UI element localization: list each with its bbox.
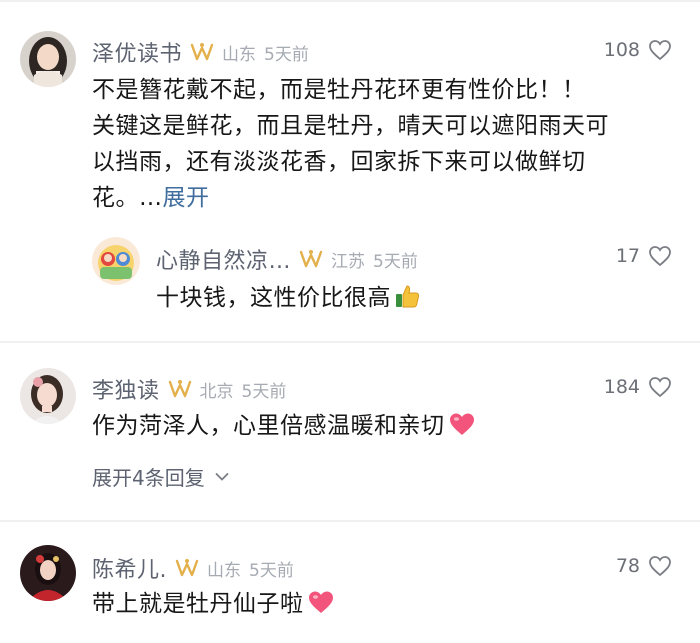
comment-text-content: 作为菏泽人，心里倍感温暖和亲切	[92, 413, 445, 439]
comment-text-content: 带上就是牡丹仙子啦	[92, 591, 304, 617]
like-button[interactable]: 17	[616, 245, 672, 267]
timestamp: 5天前	[264, 44, 309, 65]
comment-text[interactable]: 不是簪花戴不起，而是牡丹花环更有性价比！！ 关键这是鲜花，而且是牡丹，晴天可以遮…	[92, 72, 672, 216]
vip-badge-icon	[168, 379, 192, 399]
expand-replies-label: 展开4条回复	[92, 466, 205, 490]
heart-outline-icon	[648, 555, 672, 577]
reply-text[interactable]: 十块钱，这性价比很高	[156, 280, 420, 320]
comment-line: 关键这是鲜花，而且是牡丹，晴天可以遮阳雨天可	[92, 113, 609, 139]
comment-meta: 泽优读书 山东 5天前	[92, 36, 309, 68]
timestamp: 5天前	[249, 560, 294, 581]
avatar[interactable]	[20, 31, 76, 87]
like-count: 184	[603, 376, 640, 398]
comment-line: 以挡雨，还有淡淡花香，回家拆下来可以做鲜切	[92, 149, 586, 175]
like-button[interactable]: 78	[616, 555, 672, 577]
comment-divider	[0, 341, 700, 343]
comment-line: 花。…展开	[92, 180, 672, 216]
username[interactable]: 李独读	[92, 373, 160, 405]
reply-text-content: 十块钱，这性价比很高	[156, 285, 391, 311]
timestamp: 5天前	[241, 381, 287, 402]
comment-meta: 陈希儿. 山东 5天前	[92, 552, 294, 584]
chevron-down-icon	[215, 472, 229, 481]
vip-badge-icon	[175, 558, 199, 578]
username[interactable]: 泽优读书	[92, 36, 182, 68]
like-count: 108	[603, 39, 640, 61]
avatar[interactable]	[20, 368, 76, 424]
reply-meta: 心静自然凉… 江苏 5天前	[156, 243, 418, 275]
username[interactable]: 心静自然凉…	[156, 243, 291, 275]
comment-divider	[0, 520, 700, 522]
avatar[interactable]	[20, 545, 76, 601]
expand-replies-button[interactable]: 展开4条回复	[92, 462, 229, 491]
location: 山东	[222, 44, 257, 65]
comment-text[interactable]: 作为菏泽人，心里倍感温暖和亲切	[92, 408, 476, 448]
location: 江苏	[331, 251, 366, 272]
pink-heart-icon	[307, 589, 335, 626]
thumbs-up-icon	[394, 283, 420, 320]
location: 北京	[199, 381, 234, 402]
vip-badge-icon	[190, 42, 214, 62]
comment-meta: 李独读 北京 5天前	[92, 373, 286, 405]
like-button[interactable]: 184	[604, 376, 672, 398]
like-button[interactable]: 108	[604, 39, 672, 61]
comment-line: 不是簪花戴不起，而是牡丹花环更有性价比！！	[92, 77, 586, 103]
like-count: 78	[615, 555, 640, 577]
heart-outline-icon	[648, 39, 672, 61]
timestamp: 5天前	[373, 251, 418, 272]
pink-heart-icon	[448, 411, 476, 448]
location: 山东	[207, 560, 241, 581]
comment-line-text: 花。…	[92, 185, 163, 211]
comment-text[interactable]: 带上就是牡丹仙子啦	[92, 586, 335, 626]
avatar[interactable]	[92, 237, 140, 285]
username[interactable]: 陈希儿.	[92, 552, 167, 584]
top-divider	[0, 0, 700, 2]
expand-link[interactable]: 展开	[163, 185, 210, 211]
like-count: 17	[615, 245, 640, 267]
vip-badge-icon	[299, 249, 323, 269]
heart-outline-icon	[648, 245, 672, 267]
heart-outline-icon	[648, 376, 672, 398]
